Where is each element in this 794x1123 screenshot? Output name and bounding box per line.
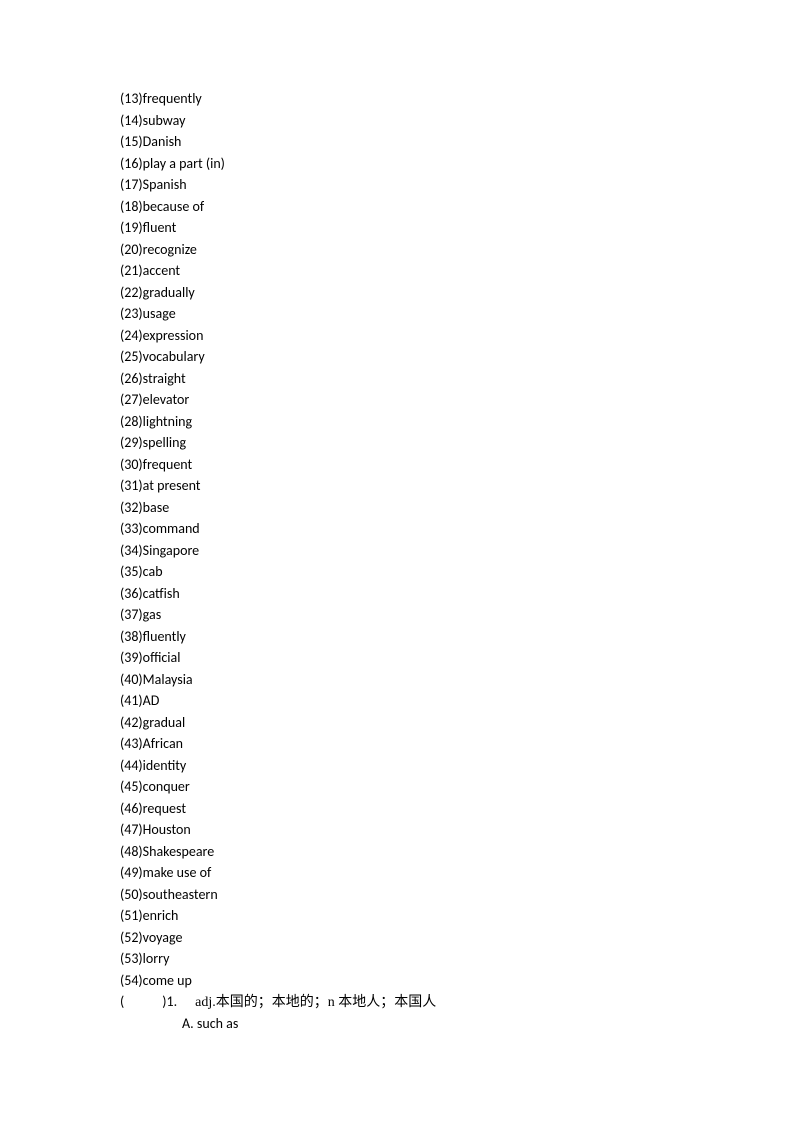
list-item: (18)because of	[120, 196, 794, 218]
list-item: (20)recognize	[120, 239, 794, 261]
list-item: (34)Singapore	[120, 540, 794, 562]
list-item: (46)request	[120, 798, 794, 820]
list-item: (26)straight	[120, 368, 794, 390]
list-item: (51)enrich	[120, 905, 794, 927]
question-open-paren: (	[120, 993, 124, 1010]
list-item: (21)accent	[120, 260, 794, 282]
list-item: (39)official	[120, 647, 794, 669]
list-item: (48)Shakespeare	[120, 841, 794, 863]
list-item: (38)fluently	[120, 626, 794, 648]
list-item: (23)usage	[120, 303, 794, 325]
list-item: (24)expression	[120, 325, 794, 347]
list-item: (33)command	[120, 518, 794, 540]
list-item: (44)identity	[120, 755, 794, 777]
list-item: (31)at present	[120, 475, 794, 497]
list-item: (41)AD	[120, 690, 794, 712]
question-line: ( )1. adj.本国的；本地的；n 本地人；本国人	[120, 991, 794, 1013]
option-a: A. such as	[120, 1013, 794, 1035]
list-item: (42)gradual	[120, 712, 794, 734]
list-item: (13)frequently	[120, 88, 794, 110]
list-item: (50)southeastern	[120, 884, 794, 906]
list-item: (29)spelling	[120, 432, 794, 454]
list-item: (49)make use of	[120, 862, 794, 884]
question-close-number: )1.	[162, 993, 177, 1010]
list-item: (30)frequent	[120, 454, 794, 476]
list-item: (40)Malaysia	[120, 669, 794, 691]
list-item: (22)gradually	[120, 282, 794, 304]
list-item: (16)play a part (in)	[120, 153, 794, 175]
list-item: (35)cab	[120, 561, 794, 583]
question-text: adj.本国的；本地的；n 本地人；本国人	[195, 995, 436, 1010]
list-item: (43)African	[120, 733, 794, 755]
list-item: (32)base	[120, 497, 794, 519]
list-item: (47)Houston	[120, 819, 794, 841]
list-item: (25)vocabulary	[120, 346, 794, 368]
list-item: (37)gas	[120, 604, 794, 626]
list-item: (54)come up	[120, 970, 794, 992]
list-item: (27)elevator	[120, 389, 794, 411]
list-item: (28)lightning	[120, 411, 794, 433]
list-item: (45)conquer	[120, 776, 794, 798]
list-item: (52)voyage	[120, 927, 794, 949]
list-item: (53)lorry	[120, 948, 794, 970]
list-item: (36)catfish	[120, 583, 794, 605]
list-item: (14)subway	[120, 110, 794, 132]
list-item: (19)fluent	[120, 217, 794, 239]
list-item: (17)Spanish	[120, 174, 794, 196]
list-item: (15)Danish	[120, 131, 794, 153]
